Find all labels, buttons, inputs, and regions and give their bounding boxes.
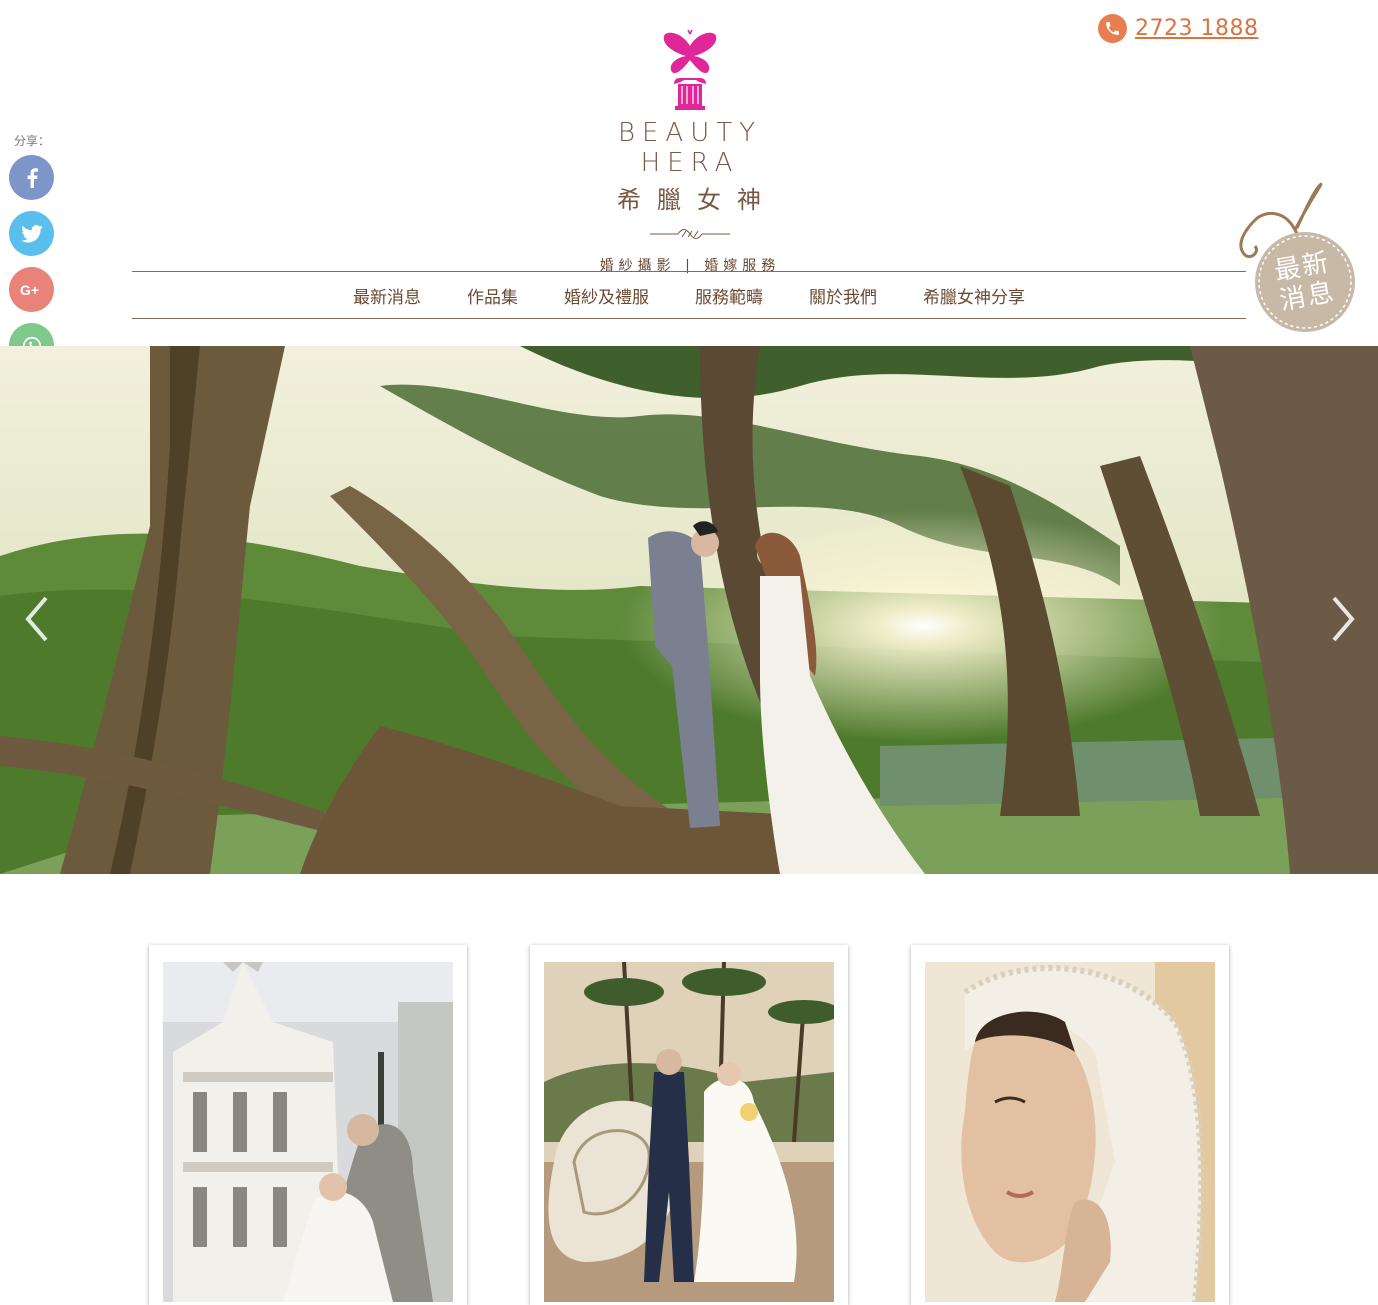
phone-contact[interactable]: 2723 1888 (1098, 14, 1258, 43)
nav-sharing[interactable]: 希臘女神分享 (923, 283, 1025, 308)
nav-about-us[interactable]: 關於我們 (809, 283, 877, 308)
hero-image (0, 346, 1378, 874)
site-logo[interactable]: BEAUTY HERA 希臘女神 婚紗攝影 | 婚嫁服務 (575, 28, 805, 275)
flourish-ornament (650, 229, 730, 239)
phone-number[interactable]: 2723 1888 (1135, 16, 1258, 41)
hero-slider[interactable] (0, 346, 1378, 874)
gallery-photo-1 (163, 962, 453, 1302)
main-nav: 最新消息 作品集 婚紗及禮服 服務範疇 關於我們 希臘女神分享 (132, 271, 1246, 319)
facebook-icon (27, 167, 38, 188)
slider-next-arrow[interactable] (1328, 594, 1358, 644)
gallery-photo-3 (925, 962, 1215, 1302)
nav-portfolio[interactable]: 作品集 (467, 283, 518, 308)
twitter-icon (20, 224, 43, 242)
gallery-photo-2 (544, 962, 834, 1302)
nav-latest-news[interactable]: 最新消息 (353, 283, 421, 308)
nav-gowns[interactable]: 婚紗及禮服 (564, 283, 649, 308)
butterfly-pillar-icon (663, 29, 717, 110)
nav-services[interactable]: 服務範疇 (695, 283, 763, 308)
latest-news-tag[interactable]: 最新消息 (1225, 180, 1360, 344)
svg-text:G+: G+ (20, 282, 39, 298)
phone-icon (1098, 14, 1127, 43)
brand-name-en: BEAUTY HERA (617, 118, 763, 178)
slider-prev-arrow[interactable] (22, 594, 52, 644)
facebook-share-button[interactable] (9, 155, 54, 200)
share-label: 分享： (14, 134, 51, 148)
gallery-card-2[interactable] (530, 945, 848, 1305)
gallery-card-3[interactable] (911, 945, 1229, 1305)
gallery-card-1[interactable] (149, 945, 467, 1305)
google-plus-icon: G+ (20, 282, 39, 298)
twitter-share-button[interactable] (9, 211, 54, 256)
google-plus-share-button[interactable]: G+ (9, 267, 54, 312)
brand-name-zh: 希臘女神 (617, 186, 777, 214)
